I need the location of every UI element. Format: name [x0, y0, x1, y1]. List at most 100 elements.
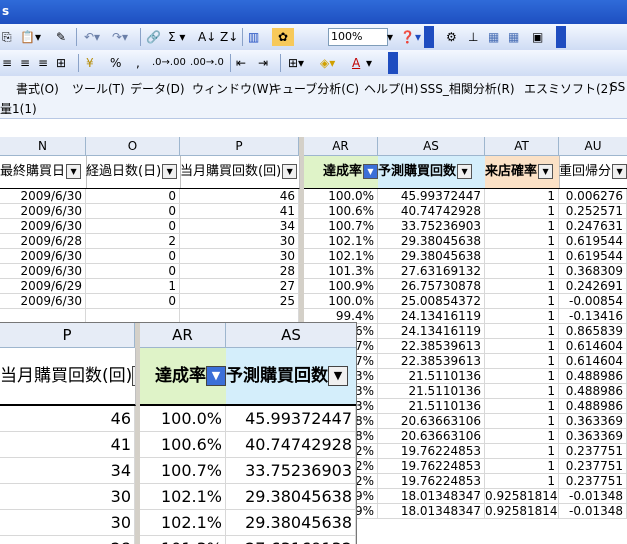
- cell-regression[interactable]: -0.00854: [559, 294, 627, 309]
- sort-ascending-icon[interactable]: A↓: [198, 28, 216, 46]
- cell-regression[interactable]: 0.242691: [559, 279, 627, 294]
- cell-visit-probability[interactable]: 1: [485, 414, 559, 429]
- filter-dropdown-icon[interactable]: ▼: [363, 164, 378, 179]
- percent-icon[interactable]: %: [110, 54, 121, 72]
- menu-sss-correlation[interactable]: SSS_相関分析(R): [420, 80, 515, 97]
- decrease-indent-icon[interactable]: ⇤: [236, 54, 246, 72]
- cell-visit-probability[interactable]: 0.92581814: [485, 504, 559, 519]
- cell-predicted-purchases[interactable]: 27.63169132: [378, 264, 485, 279]
- cell-regression[interactable]: 0.488986: [559, 369, 627, 384]
- table-icon[interactable]: ▦: [488, 28, 499, 46]
- toolbar-options-button-2[interactable]: [556, 26, 566, 48]
- cell-monthly-purchases[interactable]: 28: [180, 264, 299, 279]
- cell-regression[interactable]: 0.363369: [559, 429, 627, 444]
- column-header-au[interactable]: AU: [559, 137, 627, 156]
- cell-visit-probability[interactable]: 1: [485, 474, 559, 489]
- cell-achievement-rate[interactable]: 102.1%: [304, 234, 378, 249]
- cell-predicted-purchases[interactable]: 22.38539613: [378, 339, 485, 354]
- menu-tools[interactable]: ツール(T): [72, 80, 125, 97]
- decrease-decimal-icon[interactable]: .00→.0: [190, 54, 224, 72]
- cell-predicted-purchases[interactable]: 20.63663106: [378, 414, 485, 429]
- cell-elapsed-days[interactable]: 2: [86, 234, 180, 249]
- cell-visit-probability[interactable]: 1: [485, 444, 559, 459]
- zoom-select[interactable]: 100%: [328, 28, 388, 46]
- fill-color-icon[interactable]: ◈▾: [320, 54, 335, 72]
- filter-dropdown-icon[interactable]: ▼: [612, 164, 627, 179]
- menu-quantity[interactable]: 量1(1): [0, 100, 37, 117]
- column-header-as[interactable]: AS: [378, 137, 485, 156]
- format-painter-icon[interactable]: ✎: [56, 28, 66, 46]
- cell-predicted-purchases[interactable]: 24.13416119: [378, 324, 485, 339]
- redo-icon[interactable]: ↷▾: [112, 28, 128, 46]
- cell-elapsed-days[interactable]: 0: [86, 219, 180, 234]
- cell-achievement-rate[interactable]: 100.7%: [304, 219, 378, 234]
- menu-help[interactable]: ヘルプ(H): [364, 80, 418, 97]
- chevron-down-icon[interactable]: ▾: [387, 28, 393, 46]
- cell-visit-probability[interactable]: 1: [485, 249, 559, 264]
- toolbar-options-button-3[interactable]: [388, 52, 398, 74]
- cell-monthly-purchases[interactable]: 30: [180, 234, 299, 249]
- sort-descending-icon[interactable]: Z↓: [220, 28, 238, 46]
- cell-visit-probability[interactable]: 1: [485, 219, 559, 234]
- menu-cube-analysis[interactable]: キューブ分析(C): [270, 80, 359, 97]
- anchor-icon[interactable]: ⊥: [468, 28, 478, 46]
- cell-elapsed-days[interactable]: 0: [86, 249, 180, 264]
- cell-predicted-purchases[interactable]: 18.01348347: [378, 489, 485, 504]
- cell-predicted-purchases[interactable]: 20.63663106: [378, 429, 485, 444]
- filter-dropdown-icon[interactable]: ▼: [538, 164, 554, 179]
- cell-regression[interactable]: 0.619544: [559, 249, 627, 264]
- cell-last-purchase-date[interactable]: 2009/6/28: [0, 234, 86, 249]
- hyperlink-icon[interactable]: 🔗: [146, 28, 161, 46]
- cell-visit-probability[interactable]: 1: [485, 459, 559, 474]
- borders-icon[interactable]: ⊞▾: [288, 54, 304, 72]
- cell-achievement-rate[interactable]: 100.0%: [304, 189, 378, 204]
- cell-elapsed-days[interactable]: 0: [86, 189, 180, 204]
- cell-predicted-purchases[interactable]: 21.5110136: [378, 399, 485, 414]
- cell-regression[interactable]: 0.614604: [559, 339, 627, 354]
- cell-predicted-purchases[interactable]: 26.75730878: [378, 279, 485, 294]
- align-right-icon[interactable]: ≡: [38, 54, 48, 72]
- cell-predicted-purchases[interactable]: 45.99372447: [378, 189, 485, 204]
- chevron-down-icon[interactable]: ▾: [366, 54, 372, 72]
- cell-last-purchase-date[interactable]: 2009/6/30: [0, 204, 86, 219]
- cell-last-purchase-date[interactable]: 2009/6/30: [0, 219, 86, 234]
- align-left-icon[interactable]: ≡: [2, 54, 12, 72]
- cell-monthly-purchases[interactable]: 30: [180, 249, 299, 264]
- filter-dropdown-icon[interactable]: ▼: [66, 164, 82, 179]
- menu-esumisoft[interactable]: エスミソフト(2): [524, 80, 613, 97]
- cell-achievement-rate[interactable]: 102.1%: [304, 249, 378, 264]
- cell-predicted-purchases[interactable]: 24.13416119: [378, 309, 485, 324]
- cell-regression[interactable]: 0.865839: [559, 324, 627, 339]
- cell-achievement-rate[interactable]: 100.9%: [304, 279, 378, 294]
- chart-wizard-icon[interactable]: ▥: [248, 28, 259, 46]
- cell-regression[interactable]: 0.363369: [559, 414, 627, 429]
- undo-icon[interactable]: ↶▾: [84, 28, 100, 46]
- cell-elapsed-days[interactable]: 0: [86, 264, 180, 279]
- increase-indent-icon[interactable]: ⇥: [258, 54, 268, 72]
- cell-last-purchase-date[interactable]: 2009/6/30: [0, 249, 86, 264]
- column-header-n[interactable]: N: [0, 137, 86, 156]
- copy-icon[interactable]: ⎘: [2, 28, 12, 46]
- cell-elapsed-days[interactable]: 0: [86, 294, 180, 309]
- cell-visit-probability[interactable]: 1: [485, 189, 559, 204]
- cell-predicted-purchases[interactable]: 25.00854372: [378, 294, 485, 309]
- cell-regression[interactable]: -0.01348: [559, 489, 627, 504]
- cell-last-purchase-date[interactable]: 2009/6/29: [0, 279, 86, 294]
- cell-regression[interactable]: 0.237751: [559, 474, 627, 489]
- cell-last-purchase-date[interactable]: 2009/6/30: [0, 189, 86, 204]
- comma-icon[interactable]: ,: [136, 54, 140, 72]
- cell-predicted-purchases[interactable]: 18.01348347: [378, 504, 485, 519]
- column-header-o[interactable]: O: [86, 137, 180, 156]
- merge-center-icon[interactable]: ⊞: [56, 54, 66, 72]
- cell-elapsed-days[interactable]: 1: [86, 279, 180, 294]
- autosum-icon[interactable]: Σ ▾: [168, 28, 185, 46]
- cell-predicted-purchases[interactable]: 19.76224853: [378, 474, 485, 489]
- document-icon[interactable]: ▣: [532, 28, 543, 46]
- cell-predicted-purchases[interactable]: 29.38045638: [378, 249, 485, 264]
- column-header-ar[interactable]: AR: [304, 137, 378, 156]
- cell-monthly-purchases[interactable]: 25: [180, 294, 299, 309]
- cell-predicted-purchases[interactable]: 33.75236903: [378, 219, 485, 234]
- filter-dropdown-icon[interactable]: ▼: [162, 164, 178, 179]
- cell-visit-probability[interactable]: 1: [485, 324, 559, 339]
- cell-achievement-rate[interactable]: 101.3%: [304, 264, 378, 279]
